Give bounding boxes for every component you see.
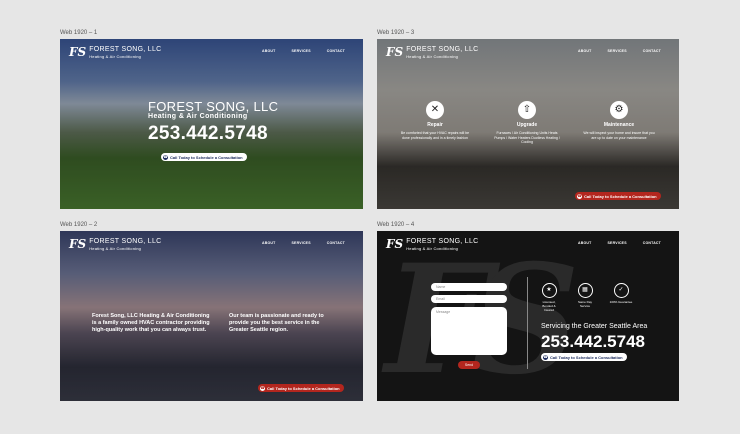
phone-icon: ☎ (577, 193, 582, 199)
hero-phone[interactable]: 253.442.5748 (148, 123, 268, 145)
service-repair: ✕ Repair Be comforted that your HVAC rep… (399, 101, 471, 140)
logo-mark: FS (69, 45, 87, 59)
cta-schedule-button[interactable]: ☎ Call Today to Schedule a Consultation (541, 353, 627, 361)
logo-tagline: Heating & Air Conditioning (89, 54, 142, 59)
phone-icon: ☎ (543, 354, 548, 360)
contact-phone[interactable]: 253.442.5748 (541, 332, 645, 352)
cta-label: Call Today to Schedule a Consultation (170, 154, 243, 160)
cta-schedule-button[interactable]: ☎ Call Today to Schedule a Consultation (575, 192, 661, 200)
nav-services[interactable]: SERVICES (608, 49, 627, 53)
nav-contact[interactable]: CONTACT (327, 49, 345, 53)
nav-services[interactable]: SERVICES (608, 241, 627, 245)
name-field[interactable]: Name (431, 283, 507, 291)
maintenance-icon: ⚙ (610, 101, 628, 119)
artboard-services[interactable]: FS FOREST SONG, LLC Heating & Air Condit… (377, 39, 679, 209)
nav-about[interactable]: ABOUT (578, 49, 591, 53)
license-badge-icon: ★ (541, 283, 557, 298)
artboard-label-4: Web 1920 – 4 (377, 222, 415, 228)
artboard-about[interactable]: FS FOREST SONG, LLC Heating & Air Condit… (60, 231, 363, 401)
divider (527, 277, 528, 369)
nav-about[interactable]: ABOUT (578, 241, 591, 245)
nav-contact[interactable]: CONTACT (643, 49, 661, 53)
nav-services[interactable]: SERVICES (292, 49, 311, 53)
service-maintenance: ⚙ Maintenance We will inspect your home … (583, 101, 655, 140)
badge-guarantee: ✓ 100% Guarantee (609, 283, 633, 312)
cta-label: Call Today to Schedule a Consultation (550, 354, 623, 360)
guarantee-shield-icon: ✓ (613, 283, 629, 298)
about-text-left: Forest Song, LLC Heating & Air Condition… (92, 313, 210, 333)
message-field[interactable]: Message (431, 307, 507, 355)
logo[interactable]: FS FOREST SONG, LLC Heating & Air Condit… (386, 238, 479, 251)
phone-icon: ☎ (163, 154, 168, 160)
logo-name: FOREST SONG, LLC (406, 46, 479, 53)
logo-name: FOREST SONG, LLC (406, 238, 479, 245)
artboard-label-2: Web 1920 – 2 (60, 222, 98, 228)
calendar-icon: ▦ (577, 283, 593, 298)
wrench-icon: ✕ (426, 101, 444, 119)
trust-badges: ★ Licensed, Bonded & Insured ▦ Same Day … (537, 283, 633, 312)
logo-mark: FS (386, 45, 404, 59)
artboard-contact[interactable]: FS FS FOREST SONG, LLC Heating & Air Con… (377, 231, 679, 401)
badge-label: Same Day Service (577, 300, 592, 308)
cta-schedule-button[interactable]: ☎ Call Today to Schedule a Consultation (258, 384, 344, 392)
main-nav: ABOUT SERVICES CONTACT (262, 241, 345, 245)
cta-label: Call Today to Schedule a Consultation (267, 385, 340, 391)
badge-label: 100% Guarantee (609, 300, 633, 304)
badge-label: Licensed, Bonded & Insured (542, 300, 556, 312)
email-field[interactable]: Email (431, 295, 507, 303)
nav-contact[interactable]: CONTACT (643, 241, 661, 245)
nav-services[interactable]: SERVICES (292, 241, 311, 245)
logo[interactable]: FS FOREST SONG, LLC Heating & Air Condit… (69, 46, 162, 59)
send-button[interactable]: Send (458, 361, 480, 369)
hero-company-name: FOREST SONG, LLC (148, 99, 279, 114)
nav-contact[interactable]: CONTACT (327, 241, 345, 245)
nav-about[interactable]: ABOUT (262, 49, 275, 53)
logo[interactable]: FS FOREST SONG, LLC Heating & Air Condit… (386, 46, 479, 59)
service-title: Repair (427, 122, 443, 128)
logo-mark: FS (69, 237, 87, 251)
service-title: Maintenance (603, 122, 635, 128)
logo-tagline: Heating & Air Conditioning (406, 54, 459, 59)
service-description: Be comforted that your HVAC repairs will… (400, 131, 470, 140)
service-area: Servicing the Greater Seattle Area (541, 323, 648, 330)
logo-tagline: Heating & Air Conditioning (406, 246, 459, 251)
artboard-label-3: Web 1920 – 3 (377, 30, 415, 36)
main-nav: ABOUT SERVICES CONTACT (262, 49, 345, 53)
logo[interactable]: FS FOREST SONG, LLC Heating & Air Condit… (69, 238, 162, 251)
about-text-right: Our team is passionate and ready to prov… (229, 313, 324, 333)
upgrade-arrow-icon: ⇧ (518, 101, 536, 119)
artboard-hero[interactable]: FS FOREST SONG, LLC Heating & Air Condit… (60, 39, 363, 209)
artboard-label-1: Web 1920 – 1 (60, 30, 98, 36)
phone-icon: ☎ (260, 385, 265, 391)
hero-tagline: Heating & Air Conditioning (148, 113, 248, 120)
main-nav: ABOUT SERVICES CONTACT (578, 241, 661, 245)
cta-label: Call Today to Schedule a Consultation (584, 193, 657, 199)
service-description: Furnaces / Air Conditioning Units Heats … (494, 131, 560, 144)
badge-licensed: ★ Licensed, Bonded & Insured (537, 283, 561, 312)
logo-name: FOREST SONG, LLC (89, 238, 162, 245)
logo-tagline: Heating & Air Conditioning (89, 246, 142, 251)
cta-schedule-button[interactable]: ☎ Call Today to Schedule a Consultation (161, 153, 247, 161)
contact-form: Name Email Message Send (431, 283, 507, 369)
service-upgrade: ⇧ Upgrade Furnaces / Air Conditioning Un… (491, 101, 563, 145)
nav-about[interactable]: ABOUT (262, 241, 275, 245)
main-nav: ABOUT SERVICES CONTACT (578, 49, 661, 53)
logo-mark: FS (386, 237, 404, 251)
service-title: Upgrade (516, 122, 538, 128)
service-description: We will inspect your home and insure tha… (583, 131, 655, 140)
logo-name: FOREST SONG, LLC (89, 46, 162, 53)
badge-same-day: ▦ Same Day Service (573, 283, 597, 312)
